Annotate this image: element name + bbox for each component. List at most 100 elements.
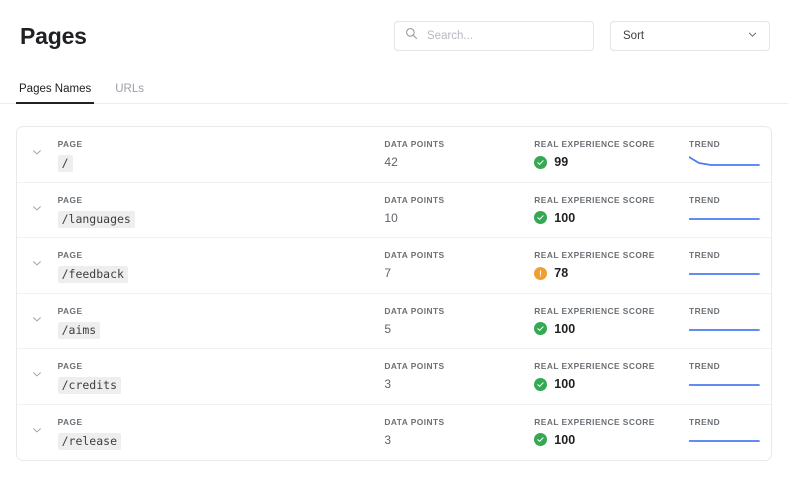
data-points-cell: DATA POINTS 42 xyxy=(384,138,534,170)
score-value: 100 xyxy=(554,377,576,391)
column-header-data-points: DATA POINTS xyxy=(384,361,445,371)
page-cell: PAGE /credits xyxy=(57,360,385,394)
tab-bar: Pages Names URLs xyxy=(0,72,788,104)
page-cell: PAGE /aims xyxy=(57,305,385,339)
column-header-real-experience-score: REAL EXPERIENCE SCORE xyxy=(534,416,655,427)
column-header-page: PAGE xyxy=(57,361,83,371)
check-circle-icon xyxy=(534,155,548,169)
check-circle-icon xyxy=(534,211,548,224)
check-circle-icon xyxy=(534,322,548,335)
sort-select[interactable]: Sort xyxy=(610,21,770,51)
trend-cell: TREND xyxy=(689,416,771,446)
data-points-value: 7 xyxy=(384,266,392,280)
column-header-trend: TREND xyxy=(689,416,721,427)
page-cell: PAGE / xyxy=(57,138,385,172)
score-value: 78 xyxy=(554,266,569,280)
page-path: /release xyxy=(57,432,121,450)
real-experience-score-cell: REAL EXPERIENCE SCORE 100 xyxy=(534,416,689,448)
table-row[interactable]: PAGE /feedback DATA POINTS 7 REAL EXPERI… xyxy=(17,238,771,294)
data-points-value: 3 xyxy=(384,432,392,447)
column-header-data-points: DATA POINTS xyxy=(384,139,445,149)
chevron-down-icon xyxy=(31,145,43,163)
tab-urls[interactable]: URLs xyxy=(114,83,145,104)
row-expand-toggle[interactable] xyxy=(17,249,58,274)
chevron-down-icon xyxy=(31,423,43,441)
pages-screen: Pages Sort xyxy=(0,0,788,500)
column-header-page: PAGE xyxy=(57,250,83,260)
column-header-data-points: DATA POINTS xyxy=(384,194,445,205)
real-experience-score-cell: REAL EXPERIENCE SCORE 100 xyxy=(534,194,689,226)
page-path: /credits xyxy=(57,377,121,394)
row-expand-toggle[interactable] xyxy=(17,360,58,385)
page-path: /feedback xyxy=(57,266,128,283)
score-value: 99 xyxy=(554,155,569,169)
score-value: 100 xyxy=(554,321,576,336)
trend-cell: TREND xyxy=(689,194,771,224)
tab-pages-names[interactable]: Pages Names xyxy=(15,83,95,104)
data-points-value: 3 xyxy=(384,377,392,391)
search-icon xyxy=(405,27,418,45)
trend-sparkline-icon xyxy=(689,265,761,279)
column-header-trend: TREND xyxy=(689,194,721,205)
page-path: /aims xyxy=(57,321,101,339)
chevron-down-icon xyxy=(31,201,43,219)
table-row[interactable]: PAGE /languages DATA POINTS 10 REAL EXPE… xyxy=(17,183,771,238)
row-expand-toggle[interactable] xyxy=(17,305,58,330)
column-header-data-points: DATA POINTS xyxy=(384,416,445,427)
chevron-down-icon xyxy=(31,256,43,274)
real-experience-score-cell: REAL EXPERIENCE SCORE 78 xyxy=(534,249,689,281)
score-value: 100 xyxy=(554,210,576,225)
chevron-down-icon xyxy=(31,367,43,385)
row-expand-toggle[interactable] xyxy=(17,138,58,163)
data-points-cell: DATA POINTS 7 xyxy=(384,249,534,281)
chevron-down-icon xyxy=(31,312,43,330)
column-header-real-experience-score: REAL EXPERIENCE SCORE xyxy=(534,139,655,149)
data-points-value: 5 xyxy=(384,321,392,336)
page-cell: PAGE /release xyxy=(57,416,385,450)
data-points-value: 42 xyxy=(384,155,398,169)
trend-sparkline-icon xyxy=(689,154,761,168)
search-input[interactable] xyxy=(427,30,583,42)
trend-sparkline-icon xyxy=(689,432,761,446)
column-header-trend: TREND xyxy=(689,305,721,316)
page-header: Pages Sort xyxy=(0,0,788,72)
trend-sparkline-icon xyxy=(689,210,761,224)
real-experience-score-cell: REAL EXPERIENCE SCORE 99 xyxy=(534,138,689,170)
data-points-cell: DATA POINTS 10 xyxy=(384,194,534,226)
exclamation-circle-icon xyxy=(534,266,548,280)
column-header-real-experience-score: REAL EXPERIENCE SCORE xyxy=(534,194,655,205)
score-value: 100 xyxy=(554,432,576,447)
data-points-cell: DATA POINTS 3 xyxy=(384,416,534,448)
sort-label: Sort xyxy=(623,30,645,42)
table-row[interactable]: PAGE /credits DATA POINTS 3 REAL EXPERIE… xyxy=(17,349,771,405)
header-controls: Sort xyxy=(394,21,770,51)
row-expand-toggle[interactable] xyxy=(17,194,58,219)
check-circle-icon xyxy=(534,433,548,446)
trend-cell: TREND xyxy=(689,249,771,279)
page-cell: PAGE /feedback xyxy=(57,249,385,283)
table-row[interactable]: PAGE /release DATA POINTS 3 REAL EXPERIE… xyxy=(17,405,771,461)
page-cell: PAGE /languages xyxy=(57,194,385,228)
table-row[interactable]: PAGE /aims DATA POINTS 5 REAL EXPERIENCE… xyxy=(17,294,771,349)
column-header-real-experience-score: REAL EXPERIENCE SCORE xyxy=(534,250,655,260)
trend-sparkline-icon xyxy=(689,321,761,335)
page-path: / xyxy=(57,155,73,172)
row-expand-toggle[interactable] xyxy=(17,416,58,441)
trend-cell: TREND xyxy=(689,360,771,390)
column-header-trend: TREND xyxy=(689,139,721,149)
table-row[interactable]: PAGE / DATA POINTS 42 REAL EXPERIENCE SC… xyxy=(17,127,771,183)
trend-cell: TREND xyxy=(689,305,771,335)
column-header-trend: TREND xyxy=(689,250,721,260)
column-header-page: PAGE xyxy=(57,305,83,316)
column-header-page: PAGE xyxy=(57,139,83,149)
column-header-page: PAGE xyxy=(57,416,83,427)
column-header-data-points: DATA POINTS xyxy=(384,305,445,316)
search-box[interactable] xyxy=(394,21,594,51)
page-title: Pages xyxy=(20,22,87,49)
data-points-value: 10 xyxy=(384,210,398,225)
trend-cell: TREND xyxy=(689,138,771,168)
real-experience-score-cell: REAL EXPERIENCE SCORE 100 xyxy=(534,305,689,337)
pages-table: PAGE / DATA POINTS 42 REAL EXPERIENCE SC… xyxy=(16,126,772,461)
column-header-real-experience-score: REAL EXPERIENCE SCORE xyxy=(534,305,655,316)
page-path: /languages xyxy=(57,210,135,228)
